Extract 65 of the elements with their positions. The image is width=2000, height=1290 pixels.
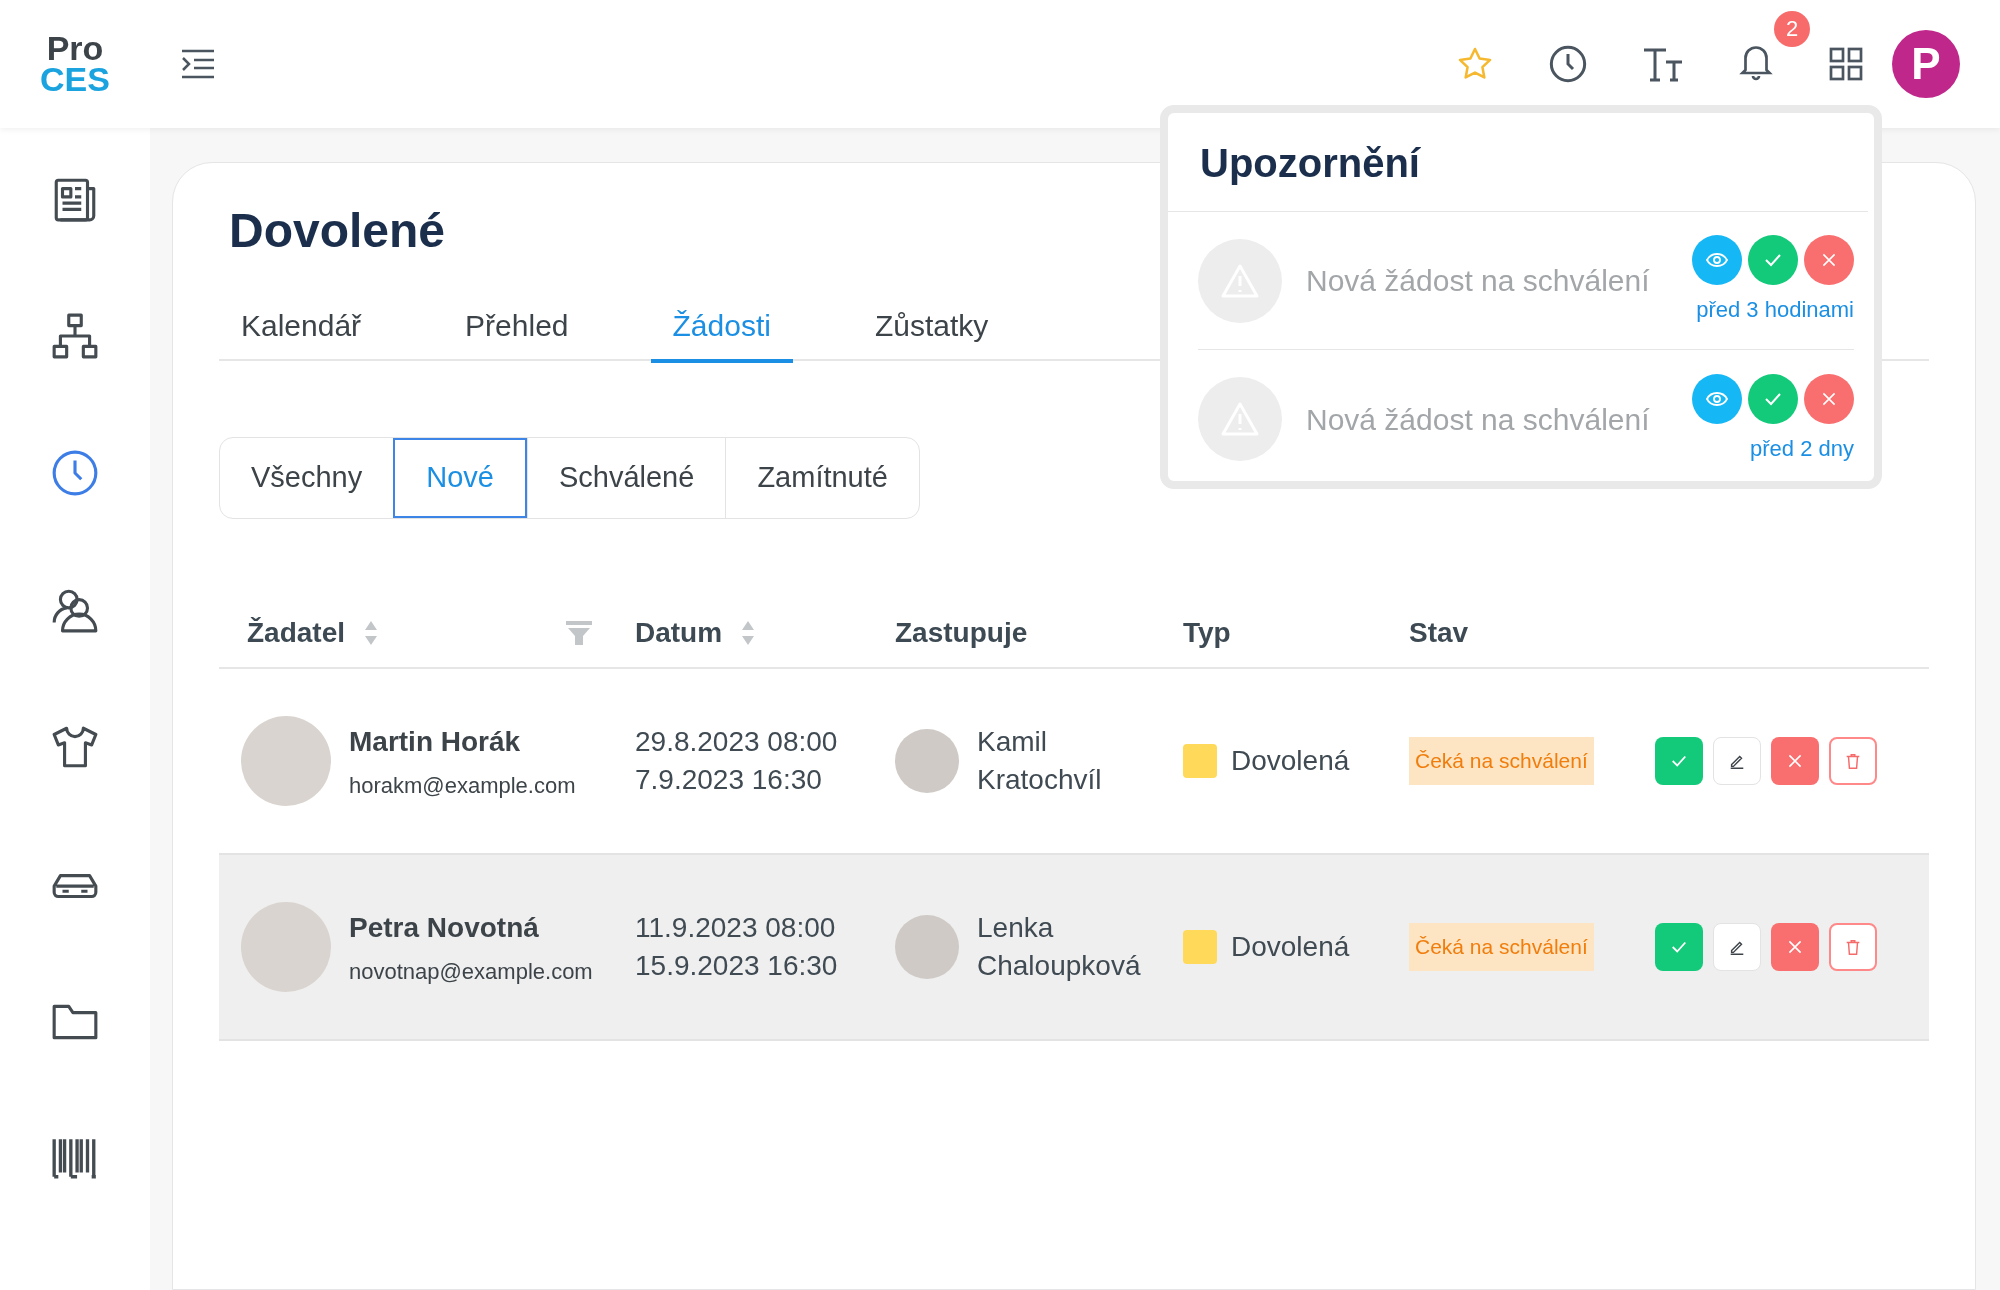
notification-text: Nová žádost na schválení (1306, 263, 1651, 299)
type-label: Dovolená (1231, 930, 1350, 964)
grid-icon[interactable] (1828, 46, 1864, 82)
column-header[interactable]: Stav (1409, 612, 1469, 654)
tab[interactable]: Zůstatky (852, 291, 1011, 363)
email: novotnap@example.com (349, 957, 593, 986)
tab[interactable]: Kalendář (219, 291, 384, 363)
notification-text: Nová žádost na schválení (1306, 401, 1651, 438)
trash-icon (1844, 938, 1862, 956)
filter-button[interactable]: Zamítnuté (725, 438, 919, 518)
reject-button[interactable] (1804, 373, 1854, 424)
status-tag: Čeká na schválení (1409, 923, 1594, 971)
person-name: Petra Novotná (349, 910, 540, 945)
type-label: Dovolená (1231, 744, 1350, 778)
eye-icon (1706, 252, 1728, 268)
view-button[interactable] (1692, 235, 1742, 285)
reject-button[interactable] (1771, 923, 1819, 971)
trash-icon (1844, 752, 1862, 770)
delete-button[interactable] (1829, 923, 1877, 971)
clock-icon[interactable] (1548, 44, 1588, 84)
notification-badge: 2 (1774, 10, 1810, 47)
edit-button[interactable] (1713, 737, 1761, 785)
deputy-name: Lenka (977, 911, 1055, 945)
view-button[interactable] (1692, 373, 1742, 424)
close-icon (1787, 939, 1803, 955)
reject-button[interactable] (1771, 737, 1819, 785)
filter-button[interactable]: Všechny (220, 438, 394, 518)
page-title: Dovolené (229, 203, 446, 259)
sort-icon[interactable] (363, 620, 380, 646)
column-header[interactable]: Zastupuje (895, 612, 1028, 654)
column-header[interactable]: Typ (1183, 612, 1231, 654)
close-icon (1821, 390, 1837, 407)
approve-button[interactable] (1655, 923, 1703, 971)
delete-button[interactable] (1829, 737, 1877, 785)
deputy-name: Kratochvíl (977, 763, 1102, 797)
filter-icon[interactable] (565, 620, 593, 646)
close-icon (1821, 252, 1837, 268)
font-size-icon[interactable] (1642, 46, 1684, 82)
approve-button[interactable] (1748, 235, 1798, 285)
table-row[interactable]: Petra Novotná novotnap@example.com 11.9.2023 08:00 15.9.2023 16:30 Lenka Chaloupková Dovolená Čeká na schválení (219, 855, 1929, 1041)
close-icon (1787, 753, 1803, 769)
email: horakm@example.com (349, 771, 576, 800)
column-header[interactable]: Datum (635, 612, 723, 654)
edit-button[interactable] (1713, 923, 1761, 971)
tab[interactable]: Přehled (443, 291, 591, 363)
user-avatar[interactable]: P (1892, 30, 1960, 98)
sort-icon[interactable] (740, 620, 757, 646)
date-to: 15.9.2023 16:30 (635, 949, 839, 983)
person-name: Martin Horák (349, 724, 522, 759)
deputy-name: Chaloupková (977, 949, 1141, 983)
time-label: před 2 dny (1750, 434, 1854, 463)
reject-button[interactable] (1804, 235, 1854, 285)
deputy-name: Kamil (977, 725, 1048, 759)
date-to: 7.9.2023 16:30 (635, 763, 823, 797)
filter-button[interactable]: Schválené (526, 438, 726, 518)
column-header[interactable]: Žadatel (247, 612, 346, 654)
approve-button[interactable] (1655, 737, 1703, 785)
date-from: 29.8.2023 08:00 (635, 725, 839, 759)
time-label: před 3 hodinami (1696, 296, 1854, 324)
logo[interactable]: Pro CES (40, 33, 110, 95)
approve-button[interactable] (1748, 373, 1798, 424)
panel-title: Upozornění (1168, 113, 1868, 212)
date-from: 11.9.2023 08:00 (635, 911, 837, 945)
eye-icon (1706, 390, 1728, 407)
status-tag: Čeká na schválení (1409, 737, 1594, 785)
